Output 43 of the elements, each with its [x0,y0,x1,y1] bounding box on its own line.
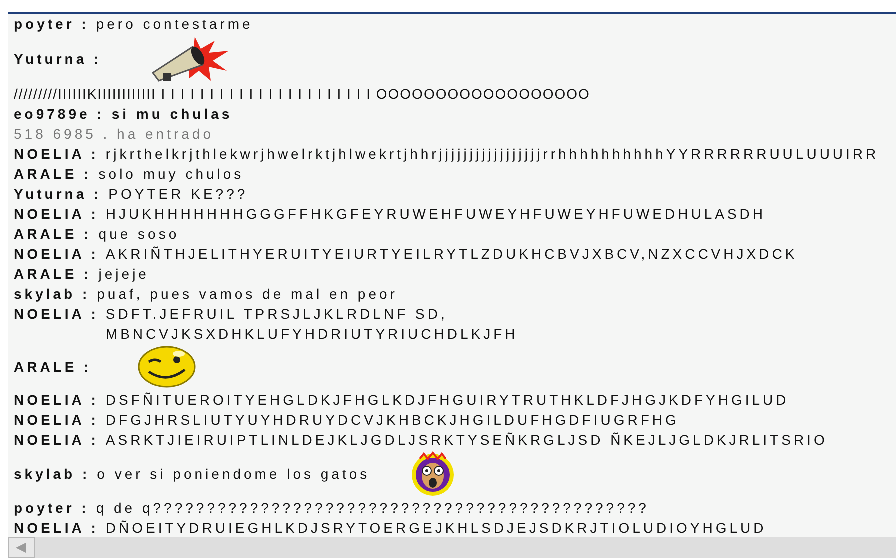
scroll-left-button[interactable] [8,537,35,558]
system-message: 518 6985 . ha entrado [14,125,214,144]
user-name: poyter : [14,499,90,518]
message-text: rjkrthelkrjthlekwrjhwelrktjhlwekrtjhhrjjjjjjjjjjjjjjjjjrrhhhhhhhhhhYYRRRRRRUULUUUIRR [106,145,880,164]
user-name: ARALE : [14,225,92,244]
message-text: SDFT.JEFRUIL TPRSJLJKLRDLNF SD, MBNCVJKSXDHKLUFYHDRIUTYRIUCHDLKJFH [106,305,518,344]
message-text: que soso [98,225,180,244]
screaming-face-icon [410,451,456,497]
user-name: NOELIA : [14,519,99,537]
message-text: q de q?????????????????????????????????????????????? [96,499,650,518]
message-text: DÑOEITYDRUIEGHLKDJSRYTOERGEJKHLSDJEJSDKRJTIOLUDIOYHGLUD [106,519,767,537]
message-text: POYTER KE??? [108,185,248,204]
user-name: NOELIA : [14,305,99,324]
user-name: ARALE : [14,165,92,184]
user-name: Yuturna : [14,50,102,69]
user-name: ARALE : [14,358,92,377]
horizontal-scrollbar[interactable] [8,537,896,558]
user-name: eo9789e : [14,105,105,124]
user-name: skylab : [14,465,90,484]
message-text: pero contestarme [96,15,254,34]
user-name: NOELIA : [14,411,99,430]
user-name: poyter : [14,15,90,34]
message-text: DSFÑITUEROITYEHGLDKJFHGLKDJFHGUIRYTRUTHKLDFJHGJKDFYHGILUD [106,391,790,410]
message-text: si mu chulas [112,105,233,124]
message-text: jejeje [98,265,150,284]
message-text: solo muy chulos [98,165,244,184]
message-text: ASRKTJIEIRUIPTLINLDEJKLJGDLJSRKTYSEÑKRGLJSD ÑKEJLJGLDKJRLITSRIO [106,431,828,450]
message-text: AKRIÑTHJELITHYERUITYEIURTYEILRYTLZDUKHCBVJXBCV,NZXCCVHJXDCK [106,245,798,264]
user-name: NOELIA : [14,245,99,264]
message-text: /////////IIIIIIKIIIIIIIIIIII I I I I I I I I I I I I I I I I I I I I I I OOOOOOOOOOOOOOOOOO [14,85,590,104]
message-text: o ver si poniendome los gatos [97,465,370,484]
user-name: Yuturna : [14,185,102,204]
user-name: skylab : [14,285,90,304]
message-text: HJUKHHHHHHHGGGFFHKGFEYRUWEHFUWEYHFUWEYHFUWEDHULASDH [106,205,766,224]
user-name: ARALE : [14,265,92,284]
left-arrow-icon [14,542,28,554]
message-text: DFGJHRSLIUTYUYHDRUYDCVJKHBCKJHGILDUFHGDFIUGRFHG [106,411,680,430]
user-name: NOELIA : [14,205,99,224]
message-text: puaf, pues vamos de mal en peor [97,285,398,304]
user-name: NOELIA : [14,391,99,410]
winking-smiley-icon [136,346,197,388]
user-name: NOELIA : [14,431,99,450]
user-name: NOELIA : [14,145,99,164]
